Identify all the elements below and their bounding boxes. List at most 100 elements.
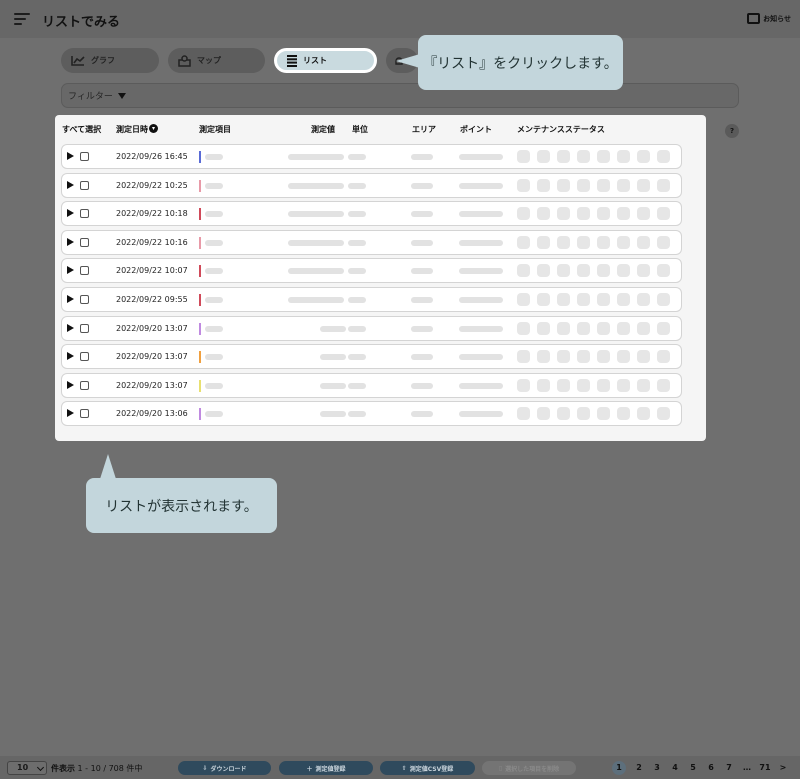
gear-icon[interactable] — [597, 379, 610, 392]
bell-icon[interactable] — [637, 179, 650, 192]
gear-icon[interactable] — [597, 350, 610, 363]
trend-icon[interactable] — [657, 236, 670, 249]
drop-icon[interactable] — [517, 322, 530, 335]
help-button[interactable]: ? — [725, 124, 739, 138]
row-checkbox[interactable] — [80, 324, 89, 333]
bell-icon[interactable] — [637, 150, 650, 163]
page-button[interactable]: 2 — [630, 761, 648, 775]
expand-arrow-icon[interactable] — [67, 324, 74, 332]
drop-icon[interactable] — [517, 264, 530, 277]
bell-icon[interactable] — [637, 207, 650, 220]
bell-icon[interactable] — [637, 350, 650, 363]
tab-list[interactable]: リスト — [274, 48, 377, 73]
page-button[interactable]: 1 — [612, 761, 626, 775]
register-button[interactable]: ＋ 測定値登録 — [279, 761, 373, 775]
filter-icon[interactable] — [537, 350, 550, 363]
next-page-button[interactable]: > — [774, 761, 792, 775]
battery-icon[interactable] — [617, 207, 630, 220]
table-row[interactable]: 2022/09/20 13:07 — [61, 344, 682, 369]
row-checkbox[interactable] — [80, 238, 89, 247]
swap-icon[interactable] — [577, 350, 590, 363]
per-page-select[interactable]: 10 — [7, 761, 47, 775]
gear-icon[interactable] — [597, 264, 610, 277]
bell-icon[interactable] — [637, 407, 650, 420]
row-checkbox[interactable] — [80, 266, 89, 275]
battery-icon[interactable] — [617, 236, 630, 249]
table-row[interactable]: 2022/09/20 13:06 — [61, 401, 682, 426]
battery-icon[interactable] — [617, 350, 630, 363]
drop-icon[interactable] — [517, 407, 530, 420]
expand-arrow-icon[interactable] — [67, 295, 74, 303]
tab-map[interactable]: マップ — [168, 48, 265, 73]
trend-icon[interactable] — [657, 350, 670, 363]
plus-icon[interactable] — [557, 207, 570, 220]
download-button[interactable]: ⇩ ダウンロード — [178, 761, 271, 775]
battery-icon[interactable] — [617, 322, 630, 335]
trend-icon[interactable] — [657, 150, 670, 163]
filter-icon[interactable] — [537, 379, 550, 392]
trend-icon[interactable] — [657, 179, 670, 192]
swap-icon[interactable] — [577, 264, 590, 277]
sort-down-icon[interactable]: ▾ — [149, 124, 158, 133]
row-checkbox[interactable] — [80, 295, 89, 304]
gear-icon[interactable] — [597, 322, 610, 335]
plus-icon[interactable] — [557, 179, 570, 192]
filter-icon[interactable] — [537, 293, 550, 306]
plus-icon[interactable] — [557, 264, 570, 277]
filter-icon[interactable] — [537, 236, 550, 249]
select-all-header[interactable]: すべて選択 — [62, 124, 101, 135]
drop-icon[interactable] — [517, 150, 530, 163]
datetime-header[interactable]: 測定日時 ▾ — [116, 124, 158, 135]
expand-arrow-icon[interactable] — [67, 266, 74, 274]
battery-icon[interactable] — [617, 379, 630, 392]
expand-arrow-icon[interactable] — [67, 152, 74, 160]
table-row[interactable]: 2022/09/22 10:07 — [61, 258, 682, 283]
page-button[interactable]: 5 — [684, 761, 702, 775]
trend-icon[interactable] — [657, 379, 670, 392]
delete-selected-button[interactable]: ▯ 選択した項目を削除 — [482, 761, 576, 775]
filter-dropdown[interactable]: フィルター — [61, 83, 739, 108]
swap-icon[interactable] — [577, 207, 590, 220]
table-row[interactable]: 2022/09/20 13:07 — [61, 316, 682, 341]
swap-icon[interactable] — [577, 322, 590, 335]
bell-icon[interactable] — [637, 322, 650, 335]
row-checkbox[interactable] — [80, 409, 89, 418]
trend-icon[interactable] — [657, 264, 670, 277]
filter-icon[interactable] — [537, 150, 550, 163]
gear-icon[interactable] — [597, 407, 610, 420]
drop-icon[interactable] — [517, 350, 530, 363]
expand-arrow-icon[interactable] — [67, 181, 74, 189]
page-button[interactable]: 7 — [720, 761, 738, 775]
battery-icon[interactable] — [617, 179, 630, 192]
expand-arrow-icon[interactable] — [67, 238, 74, 246]
row-checkbox[interactable] — [80, 209, 89, 218]
row-checkbox[interactable] — [80, 152, 89, 161]
plus-icon[interactable] — [557, 379, 570, 392]
plus-icon[interactable] — [557, 407, 570, 420]
battery-icon[interactable] — [617, 150, 630, 163]
page-button[interactable]: 3 — [648, 761, 666, 775]
page-button[interactable]: 4 — [666, 761, 684, 775]
expand-arrow-icon[interactable] — [67, 381, 74, 389]
row-checkbox[interactable] — [80, 381, 89, 390]
plus-icon[interactable] — [557, 150, 570, 163]
trend-icon[interactable] — [657, 407, 670, 420]
battery-icon[interactable] — [617, 407, 630, 420]
swap-icon[interactable] — [577, 236, 590, 249]
bell-icon[interactable] — [637, 264, 650, 277]
swap-icon[interactable] — [577, 179, 590, 192]
trend-icon[interactable] — [657, 293, 670, 306]
expand-arrow-icon[interactable] — [67, 209, 74, 217]
drop-icon[interactable] — [517, 207, 530, 220]
gear-icon[interactable] — [597, 293, 610, 306]
filter-icon[interactable] — [537, 322, 550, 335]
swap-icon[interactable] — [577, 150, 590, 163]
table-row[interactable]: 2022/09/22 10:18 — [61, 201, 682, 226]
bell-icon[interactable] — [637, 379, 650, 392]
tab-graph[interactable]: グラフ — [61, 48, 159, 73]
csv-register-button[interactable]: ⇧ 測定値CSV登録 — [380, 761, 475, 775]
battery-icon[interactable] — [617, 293, 630, 306]
notice-button[interactable]: お知らせ — [747, 13, 791, 24]
plus-icon[interactable] — [557, 293, 570, 306]
table-row[interactable]: 2022/09/22 10:16 — [61, 230, 682, 255]
